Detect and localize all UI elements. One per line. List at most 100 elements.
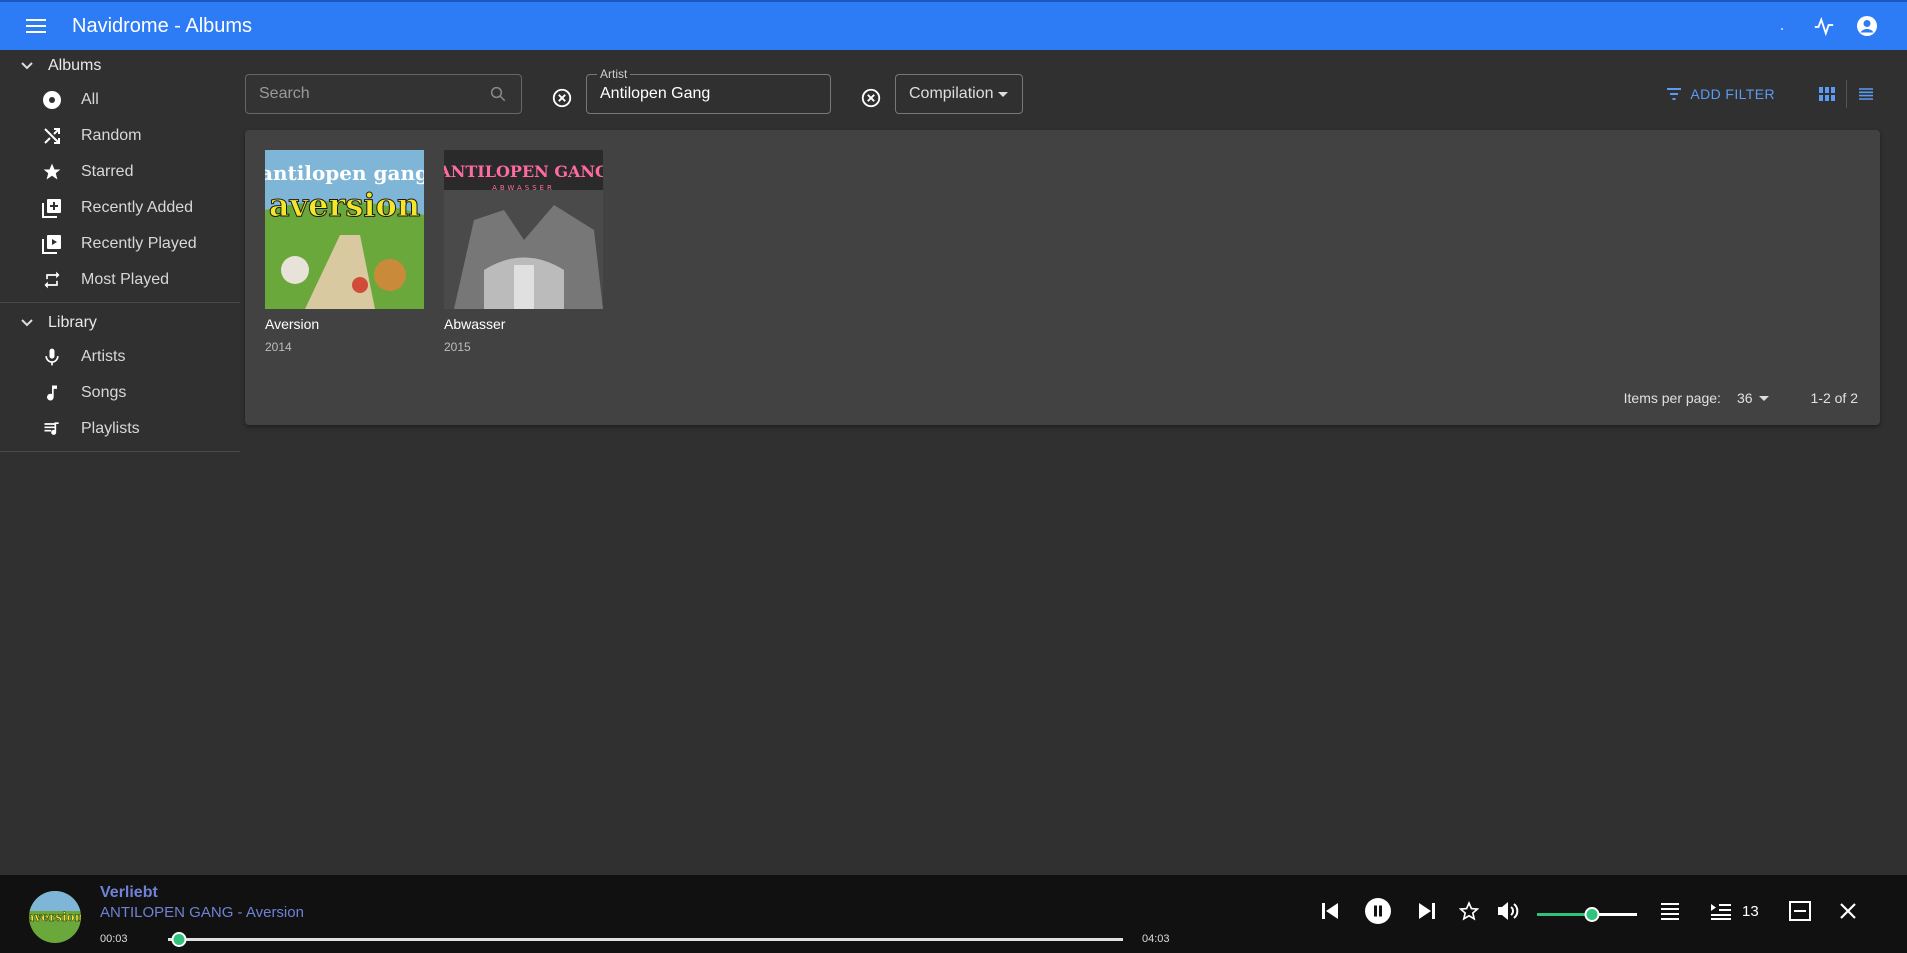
now-playing-title: Verliebt — [100, 884, 158, 901]
sidebar-item-recently-added[interactable]: Recently Added — [0, 190, 240, 226]
chevron-down-icon — [21, 62, 33, 70]
clear-compilation-filter-button[interactable] — [859, 86, 883, 110]
volume-slider[interactable] — [1537, 907, 1637, 922]
now-playing-cover-text: aversion — [29, 910, 81, 924]
sidebar-item-artists[interactable]: Artists — [0, 339, 240, 375]
mic-icon — [40, 345, 64, 369]
sidebar: Albums All Random Starred Recently Added… — [0, 50, 240, 456]
sidebar-item-label: Songs — [81, 384, 127, 401]
sidebar-item-label: Playlists — [81, 420, 140, 437]
sidebar-albums-header[interactable]: Albums — [0, 50, 240, 82]
user-menu-button[interactable] — [1855, 14, 1879, 43]
minimize-box-icon — [1789, 901, 1811, 921]
star-icon — [40, 160, 64, 184]
album-cover-artist-text: antilopen gang — [265, 161, 424, 185]
library-add-icon — [40, 196, 64, 220]
video-library-icon — [40, 232, 64, 256]
album-grid-panel: antilopen gang aversion Aversion 2014 AN… — [245, 130, 1880, 425]
mute-button[interactable] — [1492, 895, 1524, 927]
sidebar-item-playlists[interactable]: Playlists — [0, 411, 240, 447]
total-time: 04:03 — [1142, 933, 1170, 945]
star-outline-icon — [1459, 901, 1479, 921]
grid-view-button[interactable] — [1808, 80, 1846, 108]
close-player-button[interactable] — [1832, 895, 1864, 927]
queue-count: 13 — [1742, 903, 1759, 920]
filter-toolbar: Artist Compilation ADD FILTER — [245, 67, 1885, 116]
pagination: Items per page: 36 1-2 of 2 — [1624, 390, 1858, 406]
view-toggle — [1808, 80, 1885, 108]
previous-track-button[interactable] — [1314, 895, 1346, 927]
music-player: aversion Verliebt ANTILOPEN GANG - Avers… — [0, 875, 1907, 953]
playlist-mode-button[interactable] — [1654, 895, 1686, 927]
artist-filter-input[interactable] — [600, 85, 820, 103]
sidebar-item-random[interactable]: Random — [0, 118, 240, 154]
album-name[interactable]: Abwasser — [444, 316, 603, 332]
shuffle-icon — [40, 124, 64, 148]
play-queue-button[interactable] — [1705, 895, 1737, 927]
list-view-button[interactable] — [1847, 80, 1885, 108]
music-note-icon — [40, 381, 64, 405]
list-icon — [1661, 903, 1679, 920]
progress-bar[interactable] — [168, 932, 1123, 947]
search-input[interactable] — [259, 85, 479, 103]
sidebar-item-most-played[interactable]: Most Played — [0, 262, 240, 298]
grid-view-icon — [1819, 87, 1835, 101]
account-circle-icon — [1857, 16, 1877, 36]
app-bar: Navidrome - Albums — [0, 0, 1907, 50]
list-view-icon — [1859, 88, 1873, 100]
close-circle-icon — [861, 88, 881, 108]
sidebar-item-label: Starred — [81, 163, 134, 180]
caret-down-icon — [1758, 396, 1769, 401]
album-name[interactable]: Aversion — [265, 316, 424, 332]
sidebar-item-label: Most Played — [81, 271, 170, 288]
activity-dot — [1781, 27, 1783, 30]
items-per-page-value: 36 — [1736, 390, 1753, 406]
close-icon — [1840, 903, 1856, 919]
sidebar-item-label: Recently Played — [81, 235, 197, 252]
skip-next-icon — [1419, 903, 1435, 919]
now-playing-artist-album[interactable]: ANTILOPEN GANG - Aversion — [100, 904, 304, 921]
favorite-button[interactable] — [1453, 895, 1485, 927]
pause-circle-icon — [1365, 898, 1391, 924]
next-track-button[interactable] — [1411, 895, 1443, 927]
sidebar-header-label: Library — [48, 314, 97, 331]
album-cover-aversion[interactable]: antilopen gang aversion — [265, 150, 424, 309]
album-cover-abwasser[interactable]: ANTILOPEN GANG ABWASSER — [444, 150, 603, 309]
search-icon — [489, 85, 507, 108]
album-cover-artist-text: ANTILOPEN GANG — [444, 162, 603, 181]
add-filter-button[interactable]: ADD FILTER — [1666, 86, 1775, 102]
sidebar-item-label: Recently Added — [81, 199, 194, 216]
sidebar-item-label: Artists — [81, 348, 126, 365]
page-title: Navidrome - Albums — [72, 14, 253, 37]
sidebar-item-label: All — [81, 91, 99, 108]
clear-artist-filter-button[interactable] — [550, 86, 574, 110]
close-circle-icon — [552, 88, 572, 108]
menu-button[interactable] — [0, 2, 72, 50]
chevron-down-icon — [21, 319, 33, 327]
pause-button[interactable] — [1362, 895, 1394, 927]
minimize-player-button[interactable] — [1784, 895, 1816, 927]
sidebar-item-songs[interactable]: Songs — [0, 375, 240, 411]
activity-pulse-icon — [1814, 16, 1834, 37]
now-playing-cover[interactable]: aversion — [29, 891, 81, 943]
compilation-label: Compilation — [909, 85, 994, 102]
sidebar-library-header[interactable]: Library — [0, 307, 240, 339]
album-cover-title-text: ABWASSER — [492, 184, 555, 192]
current-time: 00:03 — [100, 933, 128, 945]
disc-icon — [40, 88, 64, 112]
compilation-filter-button[interactable]: Compilation — [895, 74, 1023, 114]
sidebar-item-recently-played[interactable]: Recently Played — [0, 226, 240, 262]
sidebar-item-starred[interactable]: Starred — [0, 154, 240, 190]
add-filter-label: ADD FILTER — [1690, 86, 1775, 102]
activity-button[interactable] — [1813, 15, 1835, 42]
sidebar-item-all[interactable]: All — [0, 82, 240, 118]
album-card[interactable]: antilopen gang aversion Aversion 2014 — [265, 150, 424, 354]
volume-handle[interactable] — [1584, 907, 1600, 922]
progress-handle[interactable] — [171, 932, 187, 947]
sidebar-item-label: Random — [81, 127, 142, 144]
album-cover-title-text: aversion — [269, 186, 420, 224]
items-per-page-select[interactable]: 36 — [1737, 390, 1771, 406]
queue-music-icon — [40, 417, 64, 441]
album-card[interactable]: ANTILOPEN GANG ABWASSER Abwasser 2015 — [444, 150, 603, 354]
items-per-page-label: Items per page: — [1623, 390, 1721, 406]
